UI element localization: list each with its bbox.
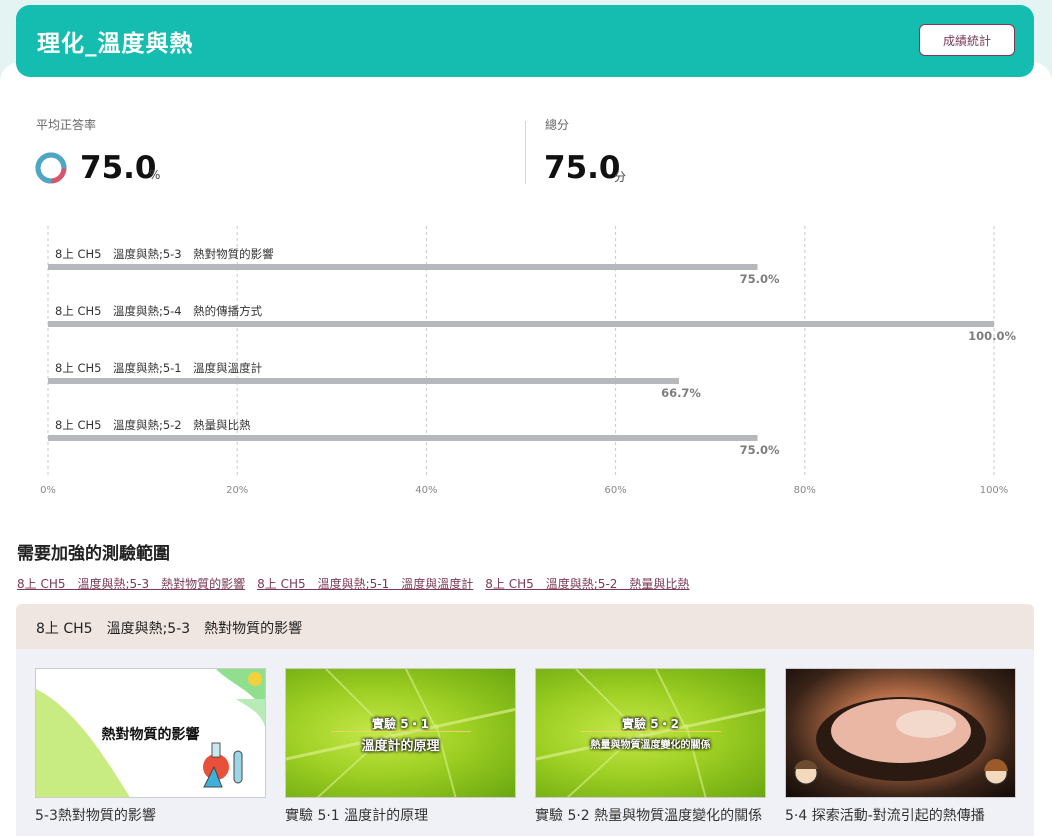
accuracy-donut-icon: [35, 152, 67, 184]
weak-areas-title: 需要加強的測驗範圍: [17, 544, 170, 564]
thumbnail-caption-bottom: 熱量與物質溫度變化的關係: [590, 740, 711, 751]
average-accuracy-unit: %: [149, 168, 161, 182]
page-title: 理化_溫度與熱: [37, 31, 194, 57]
thumbnail-caption: 熱對物質的影響: [101, 727, 200, 743]
video-title[interactable]: 5-3熱對物質的影響: [35, 806, 266, 826]
video-thumbnail[interactable]: 實驗 5・2 熱量與物質溫度變化的關係: [535, 668, 766, 798]
x-tick-label: 80%: [794, 485, 816, 496]
video-card[interactable]: 實驗 5・2 熱量與物質溫度變化的關係 實驗 5·2 熱量與物質溫度變化的關係: [535, 668, 766, 826]
hotpot-art: [794, 697, 1008, 785]
video-thumbnail[interactable]: 實驗 5・1 溫度計的原理: [285, 668, 516, 798]
bar-category-label: 8上 CH5 溫度與熱;5-4 熱的傳播方式: [55, 304, 263, 318]
weak-area-link-5-3[interactable]: 8上 CH5 溫度與熱;5-3 熱對物質的影響: [17, 575, 245, 592]
score-statistics-button[interactable]: 成績統計: [919, 24, 1015, 56]
bar-value-label: 75.0%: [740, 443, 780, 457]
thumbnail-caption-top: 實驗 5・1: [372, 717, 429, 731]
average-accuracy-value: 75.0: [80, 150, 157, 186]
page-header: 理化_溫度與熱 成績統計: [16, 5, 1034, 77]
video-title[interactable]: 實驗 5·1 溫度計的原理: [285, 806, 516, 826]
video-title[interactable]: 實驗 5·2 熱量與物質溫度變化的關係: [535, 806, 766, 826]
video-card[interactable]: 實驗 5・1 溫度計的原理 實驗 5·1 溫度計的原理: [285, 668, 516, 826]
bar-value-label: 75.0%: [740, 272, 780, 286]
x-tick-label: 40%: [415, 485, 437, 496]
x-tick-label: 20%: [226, 485, 248, 496]
bar: [48, 435, 758, 441]
weak-area-link-5-2[interactable]: 8上 CH5 溫度與熱;5-2 熱量與比熱: [485, 575, 689, 592]
video-title[interactable]: 5·4 探索活動-對流引起的熱傳播: [785, 806, 1016, 826]
thumbnail-caption-top: 實驗 5・2: [622, 717, 679, 731]
bar-category-label: 8上 CH5 溫度與熱;5-2 熱量與比熱: [55, 418, 251, 432]
x-tick-label: 0%: [40, 485, 56, 496]
bar-category-label: 8上 CH5 溫度與熱;5-3 熱對物質的影響: [55, 247, 274, 261]
leaf-veins-art: [536, 669, 765, 797]
bar: [48, 321, 994, 327]
bar-category-label: 8上 CH5 溫度與熱;5-1 溫度與溫度計: [55, 361, 262, 375]
chart-svg: 0% 20% 40% 60% 80% 100% 8上 CH5 溫度與熱;5-3 熱對物質的影…: [40, 226, 1016, 496]
caption-rule: [581, 731, 721, 732]
bar: [48, 264, 758, 270]
accuracy-bar-chart: 0% 20% 40% 60% 80% 100% 8上 CH5 溫度與熱;5-3 熱對物質的影…: [0, 220, 1052, 510]
weak-area-links: 8上 CH5 溫度與熱;5-3 熱對物質的影響 8上 CH5 溫度與熱;5-1 …: [17, 575, 689, 592]
video-card-list: 熱對物質的影響 5-3熱對物質的影響 實驗 5・1 溫度計的原理 實驗 5·1 …: [35, 668, 1016, 826]
x-tick-label: 60%: [604, 485, 626, 496]
average-accuracy-label: 平均正答率: [36, 118, 97, 132]
x-tick-label: 100%: [980, 485, 1009, 496]
leaf-veins-art: [286, 669, 515, 797]
total-score-value: 75.0: [544, 150, 621, 186]
total-score-unit: 分: [614, 170, 627, 184]
caption-rule: [331, 731, 471, 732]
lesson-panel-header: 8上 CH5 溫度與熱;5-3 熱對物質的影響: [16, 604, 1034, 649]
video-thumbnail[interactable]: [785, 668, 1016, 798]
bar: [48, 378, 679, 384]
bar-value-label: 100.0%: [968, 329, 1016, 343]
bar-value-label: 66.7%: [661, 386, 701, 400]
lesson-panel: 8上 CH5 溫度與熱;5-3 熱對物質的影響 熱對物質的影響 5-3熱對物質的…: [16, 604, 1034, 836]
video-thumbnail[interactable]: 熱對物質的影響: [35, 668, 266, 798]
weak-area-link-5-1[interactable]: 8上 CH5 溫度與熱;5-1 溫度與溫度計: [257, 575, 473, 592]
video-card[interactable]: 5·4 探索活動-對流引起的熱傳播: [785, 668, 1016, 826]
metric-divider: [525, 121, 526, 184]
total-score-label: 總分: [545, 118, 570, 132]
thumbnail-caption-bottom: 溫度計的原理: [361, 739, 440, 754]
video-card[interactable]: 熱對物質的影響 5-3熱對物質的影響: [35, 668, 266, 826]
